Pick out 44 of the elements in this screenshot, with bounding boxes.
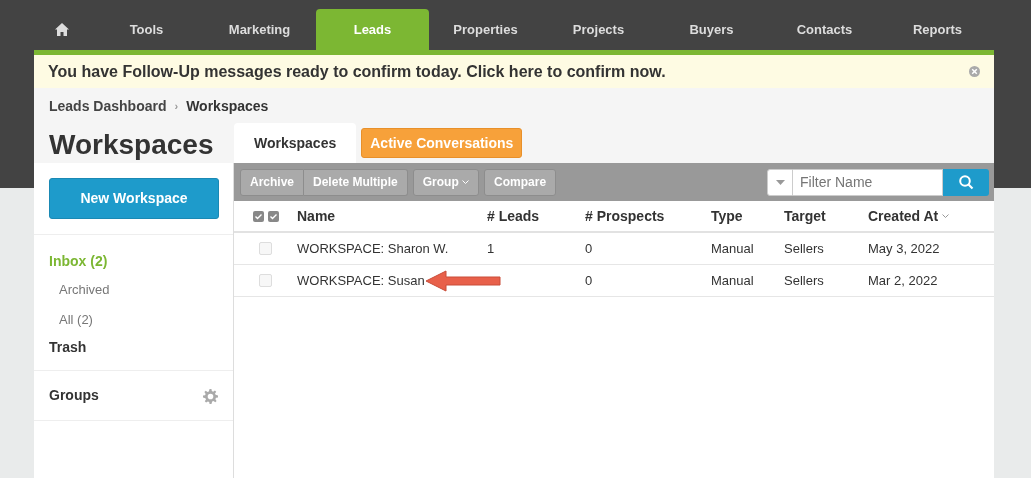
nav-tab[interactable]: Reports bbox=[881, 9, 994, 50]
row-checkbox[interactable] bbox=[259, 274, 272, 287]
column-header[interactable]: # Leads bbox=[487, 207, 540, 224]
breadcrumb-separator: › bbox=[174, 98, 179, 114]
sidebar-item[interactable]: Trash bbox=[34, 334, 102, 361]
column-header[interactable]: # Prospects bbox=[585, 207, 665, 224]
table-cell: 1 bbox=[487, 240, 495, 256]
table-cell: May 3, 2022 bbox=[868, 240, 940, 256]
groups-heading: Groups bbox=[49, 386, 99, 405]
close-icon[interactable] bbox=[969, 66, 980, 77]
tab[interactable]: Workspaces bbox=[234, 123, 357, 163]
table-cell: WORKSPACE: Susan bbox=[297, 272, 425, 288]
row-checkbox[interactable] bbox=[259, 242, 272, 255]
sidebar-subitem[interactable]: Archived bbox=[34, 275, 135, 305]
table-cell: WORKSPACE: Sharon W. bbox=[297, 240, 449, 256]
table-cell: 0 bbox=[585, 272, 593, 288]
nav-tab[interactable]: Projects bbox=[542, 9, 655, 50]
search-icon bbox=[958, 174, 974, 190]
nav-tab[interactable]: Buyers bbox=[655, 9, 768, 50]
sidebar-subitem[interactable]: All (2) bbox=[34, 304, 118, 334]
breadcrumb-current: Workspaces bbox=[186, 96, 269, 116]
column-header[interactable]: Name bbox=[297, 207, 336, 224]
column-header[interactable]: Created At bbox=[868, 207, 939, 224]
nav-tab[interactable]: Properties bbox=[429, 9, 542, 50]
column-header[interactable]: Target bbox=[784, 207, 826, 224]
caret-icon bbox=[775, 179, 785, 185]
table-cell: 0 bbox=[585, 240, 593, 256]
nav-tab[interactable]: Tools bbox=[90, 9, 203, 50]
select-all-checkbox[interactable] bbox=[252, 210, 279, 222]
table-cell: Manual bbox=[711, 272, 754, 288]
nav-tab[interactable]: Marketing bbox=[203, 9, 316, 50]
filter-dropdown[interactable] bbox=[767, 168, 793, 196]
settings-icon[interactable] bbox=[203, 388, 218, 404]
nav-tab[interactable]: Contacts bbox=[768, 9, 881, 50]
filter-field[interactable]: Filter Name bbox=[793, 168, 943, 196]
page-title: Workspaces bbox=[48, 131, 215, 162]
table-cell: Sellers bbox=[784, 240, 824, 256]
breadcrumb-link[interactable]: Leads Dashboard bbox=[49, 95, 167, 117]
table-cell: Manual bbox=[711, 240, 754, 256]
search-button[interactable] bbox=[943, 168, 989, 196]
column-header[interactable]: Type bbox=[711, 207, 743, 224]
table-cell: Sellers bbox=[784, 272, 824, 288]
home-icon bbox=[55, 23, 69, 36]
table-cell: Mar 2, 2022 bbox=[868, 272, 938, 288]
